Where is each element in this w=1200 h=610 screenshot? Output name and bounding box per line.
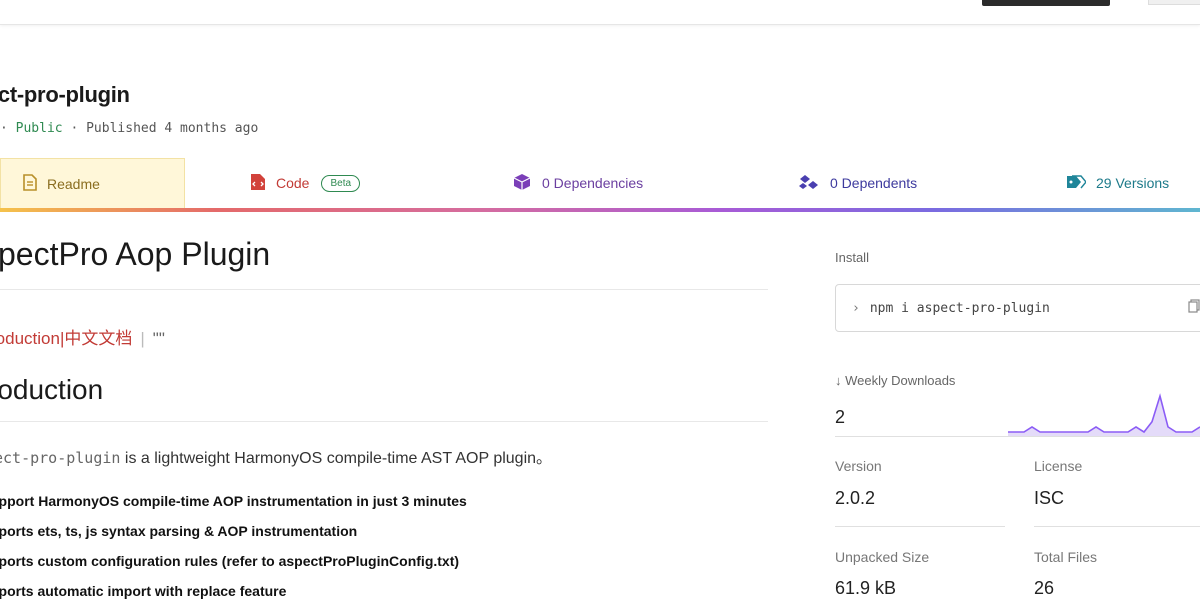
tab-dependents[interactable]: 0 Dependents — [798, 158, 917, 208]
dependencies-icon — [512, 173, 532, 194]
sign-in-button[interactable] — [1148, 0, 1200, 5]
sign-up-button[interactable] — [982, 0, 1110, 6]
feature-list: upport HarmonyOS compile-time AOP instru… — [0, 490, 467, 610]
install-command: npm i aspect-pro-plugin — [869, 300, 1050, 316]
version-label: Version — [835, 458, 882, 474]
total-files-value: 26 — [1034, 578, 1055, 598]
top-navigation-bar — [0, 0, 1200, 25]
tab-dependents-label: 0 Dependents — [830, 175, 918, 191]
heading-divider — [0, 421, 768, 422]
unpacked-size-label: Unpacked Size — [835, 549, 930, 565]
install-command-box[interactable]: › npm i aspect-pro-plugin — [835, 284, 1200, 332]
license-divider — [1034, 526, 1200, 527]
chinese-docs-link[interactable]: 中文文档 — [64, 329, 132, 348]
readme-title: spectPro Aop Plugin — [0, 236, 271, 272]
version-divider — [835, 526, 1005, 527]
code-icon — [250, 173, 266, 194]
published-date: · Published 4 months ago — [62, 121, 259, 136]
license-value: ISC — [1034, 488, 1065, 508]
tab-readme-label: Readme — [47, 175, 100, 192]
beta-badge: Beta — [321, 174, 361, 192]
intro-text: is a lightweight HarmonyOS compile-time … — [120, 450, 553, 467]
list-item: upport HarmonyOS compile-time AOP instru… — [0, 493, 467, 509]
license-label: License — [1034, 458, 1083, 474]
tab-versions-label: 29 Versions — [1096, 175, 1170, 191]
meta-prefix: · — [0, 121, 16, 136]
tab-dependencies[interactable]: 0 Dependencies — [512, 158, 643, 208]
list-item: pports ets, ts, js syntax parsing & AOP … — [0, 523, 358, 539]
introduction-link[interactable]: roduction — [0, 329, 60, 348]
introduction-heading: roduction — [0, 374, 104, 405]
package-title: ect-pro-plugin — [0, 82, 130, 107]
package-code: ect-pro-plugin — [0, 449, 121, 467]
tab-readme[interactable]: Readme — [0, 158, 185, 208]
link-separator-2: | — [140, 329, 145, 348]
tab-code[interactable]: Code Beta — [250, 158, 361, 208]
title-divider — [0, 289, 768, 290]
readme-icon — [23, 173, 37, 194]
weekly-downloads-label: ↓ Weekly Downloads — [835, 373, 956, 388]
install-label: Install — [835, 250, 869, 265]
prompt-icon: › — [852, 300, 860, 316]
dependents-icon — [798, 173, 820, 194]
intro-paragraph: ect-pro-plugin is a lightweight HarmonyO… — [0, 444, 552, 468]
tab-code-label: Code — [276, 175, 310, 191]
sparkline-line — [1008, 393, 1200, 434]
total-files-label: Total Files — [1034, 549, 1098, 565]
copy-icon[interactable] — [1188, 299, 1200, 317]
visibility-label: Public — [15, 121, 63, 136]
weekly-downloads-value: 2 — [835, 407, 846, 427]
list-item: pports custom configuration rules (refer… — [0, 553, 460, 569]
version-value: 2.0.2 — [835, 488, 876, 508]
list-item: pports automatic import with replace fea… — [0, 583, 287, 599]
unpacked-size-value: 61.9 kB — [835, 578, 897, 598]
downloads-sparkline — [1008, 393, 1200, 436]
tab-underline — [0, 208, 1200, 212]
language-links: roduction|中文文档|"" — [0, 324, 165, 349]
package-meta: · Public · Published 4 months ago — [0, 121, 258, 136]
tab-versions[interactable]: 29 Versions — [1066, 158, 1169, 208]
extra-link: "" — [152, 329, 165, 348]
downloads-divider — [835, 436, 1200, 437]
tab-dependencies-label: 0 Dependencies — [542, 175, 644, 191]
package-tabs: Readme Code Beta 0 Dependencies 0 Depend… — [0, 158, 1200, 212]
versions-icon — [1066, 174, 1087, 193]
